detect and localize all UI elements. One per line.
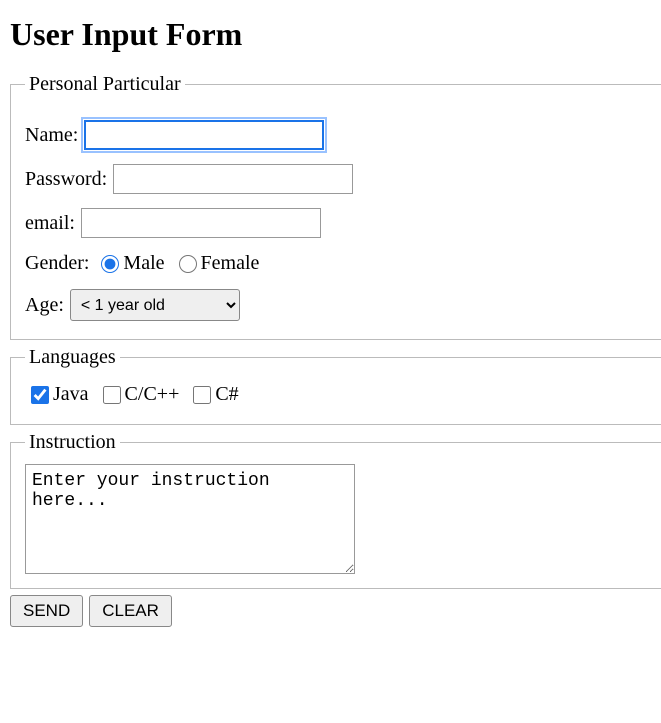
gender-female-label: Female (201, 252, 260, 275)
lang-csharp-label: C# (215, 383, 238, 406)
button-row: SEND CLEAR (10, 595, 661, 627)
lang-ccpp-checkbox[interactable] (103, 386, 121, 404)
name-label: Name: (25, 124, 78, 147)
age-label: Age: (25, 294, 64, 317)
instruction-textarea[interactable] (25, 464, 355, 574)
lang-java-checkbox[interactable] (31, 386, 49, 404)
name-row: Name: (25, 120, 656, 150)
instruction-legend: Instruction (25, 431, 120, 454)
password-input[interactable] (113, 164, 353, 194)
gender-female-radio[interactable] (179, 255, 197, 273)
languages-fieldset: Languages Java C/C++ C# (10, 346, 661, 425)
password-row: Password: (25, 164, 656, 194)
languages-legend: Languages (25, 346, 120, 369)
gender-row: Gender: Male Female (25, 252, 656, 275)
instruction-fieldset: Instruction (10, 431, 661, 589)
page-title: User Input Form (10, 16, 661, 53)
gender-male-radio[interactable] (101, 255, 119, 273)
clear-button[interactable]: CLEAR (89, 595, 172, 627)
personal-fieldset: Personal Particular Name: Password: emai… (10, 73, 661, 340)
user-input-form: Personal Particular Name: Password: emai… (10, 73, 661, 627)
email-row: email: (25, 208, 656, 238)
age-select[interactable]: < 1 year old (70, 289, 240, 321)
send-button[interactable]: SEND (10, 595, 83, 627)
password-label: Password: (25, 168, 107, 191)
lang-csharp-checkbox[interactable] (193, 386, 211, 404)
gender-male-label: Male (123, 252, 164, 275)
name-input[interactable] (84, 120, 324, 150)
lang-java-label: Java (53, 383, 89, 406)
personal-legend: Personal Particular (25, 73, 185, 96)
languages-row: Java C/C++ C# (25, 383, 245, 406)
gender-label: Gender: (25, 252, 89, 275)
email-input[interactable] (81, 208, 321, 238)
lang-ccpp-label: C/C++ (125, 383, 180, 406)
age-row: Age: < 1 year old (25, 289, 656, 321)
email-label: email: (25, 212, 75, 235)
